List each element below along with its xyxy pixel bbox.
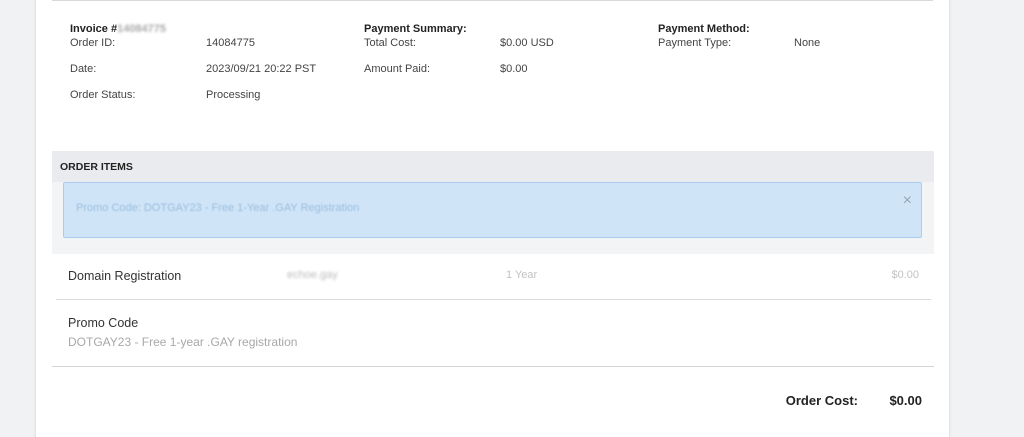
promo-alert-text: Promo Code: DOTGAY23 - Free 1-Year .GAY … (76, 202, 360, 214)
date-row: Date: 2023/09/21 20:22 PST (70, 62, 316, 88)
line-item-term: 1 Year (506, 269, 538, 281)
payment-summary-column: Payment Summary: Total Cost: $0.00 USD A… (364, 22, 554, 88)
order-items-heading: ORDER ITEMS (52, 151, 934, 182)
promo-alert: Promo Code: DOTGAY23 - Free 1-Year .GAY … (63, 182, 922, 238)
amount-paid-row: Amount Paid: $0.00 (364, 62, 528, 88)
payment-method-column: Payment Method: Payment Type: None (658, 22, 820, 62)
total-cost-label: Total Cost: (364, 37, 416, 49)
invoice-summary: Invoice #14084775 Order ID: 14084775 Dat… (70, 22, 920, 122)
close-icon[interactable]: × (903, 193, 912, 209)
order-status-label: Order Status: (70, 89, 136, 101)
amount-paid-label: Amount Paid: (364, 63, 431, 75)
promo-code-line-item: Promo Code DOTGAY23 - Free 1-year .GAY r… (52, 301, 934, 367)
order-id-label: Order ID: (70, 37, 116, 49)
invoice-title-prefix: Invoice # (70, 23, 118, 35)
payment-summary-heading: Payment Summary: (364, 23, 467, 35)
order-items-notice-area: Promo Code: DOTGAY23 - Free 1-Year .GAY … (52, 182, 934, 254)
order-cost-total: Order Cost: $0.00 (622, 393, 922, 411)
date-value: 2023/09/21 20:22 PST (206, 63, 317, 75)
order-cost-label: Order Cost: (785, 393, 858, 408)
order-status-value: Processing (206, 89, 261, 101)
invoice-card: Invoice #14084775 Order ID: 14084775 Dat… (35, 0, 950, 437)
promo-line-item-name: Promo Code (68, 316, 139, 330)
invoice-number-redacted: 14084775 (117, 23, 167, 35)
line-item-domain-redacted: echoe.gay (287, 269, 338, 281)
promo-line-item-description: DOTGAY23 - Free 1-year .GAY registration (68, 335, 298, 349)
domain-registration-line-item: Domain Registration echoe.gay 1 Year $0.… (56, 254, 931, 300)
top-divider (52, 0, 933, 1)
line-item-name: Domain Registration (68, 269, 182, 283)
payment-type-value: None (794, 37, 821, 49)
payment-type-row: Payment Type: None (658, 36, 820, 62)
date-label: Date: (70, 63, 97, 75)
order-id-row: Order ID: 14084775 (70, 36, 255, 62)
amount-paid-value: $0.00 (500, 63, 528, 75)
invoice-title: Invoice #14084775 (70, 22, 166, 36)
total-cost-row: Total Cost: $0.00 USD (364, 36, 554, 62)
order-cost-value: $0.00 (889, 393, 922, 408)
total-cost-value: $0.00 USD (500, 37, 554, 49)
invoice-details-column: Invoice #14084775 Order ID: 14084775 Dat… (70, 22, 316, 114)
order-status-row: Order Status: Processing (70, 88, 260, 114)
payment-method-heading: Payment Method: (658, 23, 750, 35)
line-item-price: $0.00 (891, 269, 919, 281)
payment-type-label: Payment Type: (658, 37, 732, 49)
order-id-value: 14084775 (206, 37, 255, 49)
